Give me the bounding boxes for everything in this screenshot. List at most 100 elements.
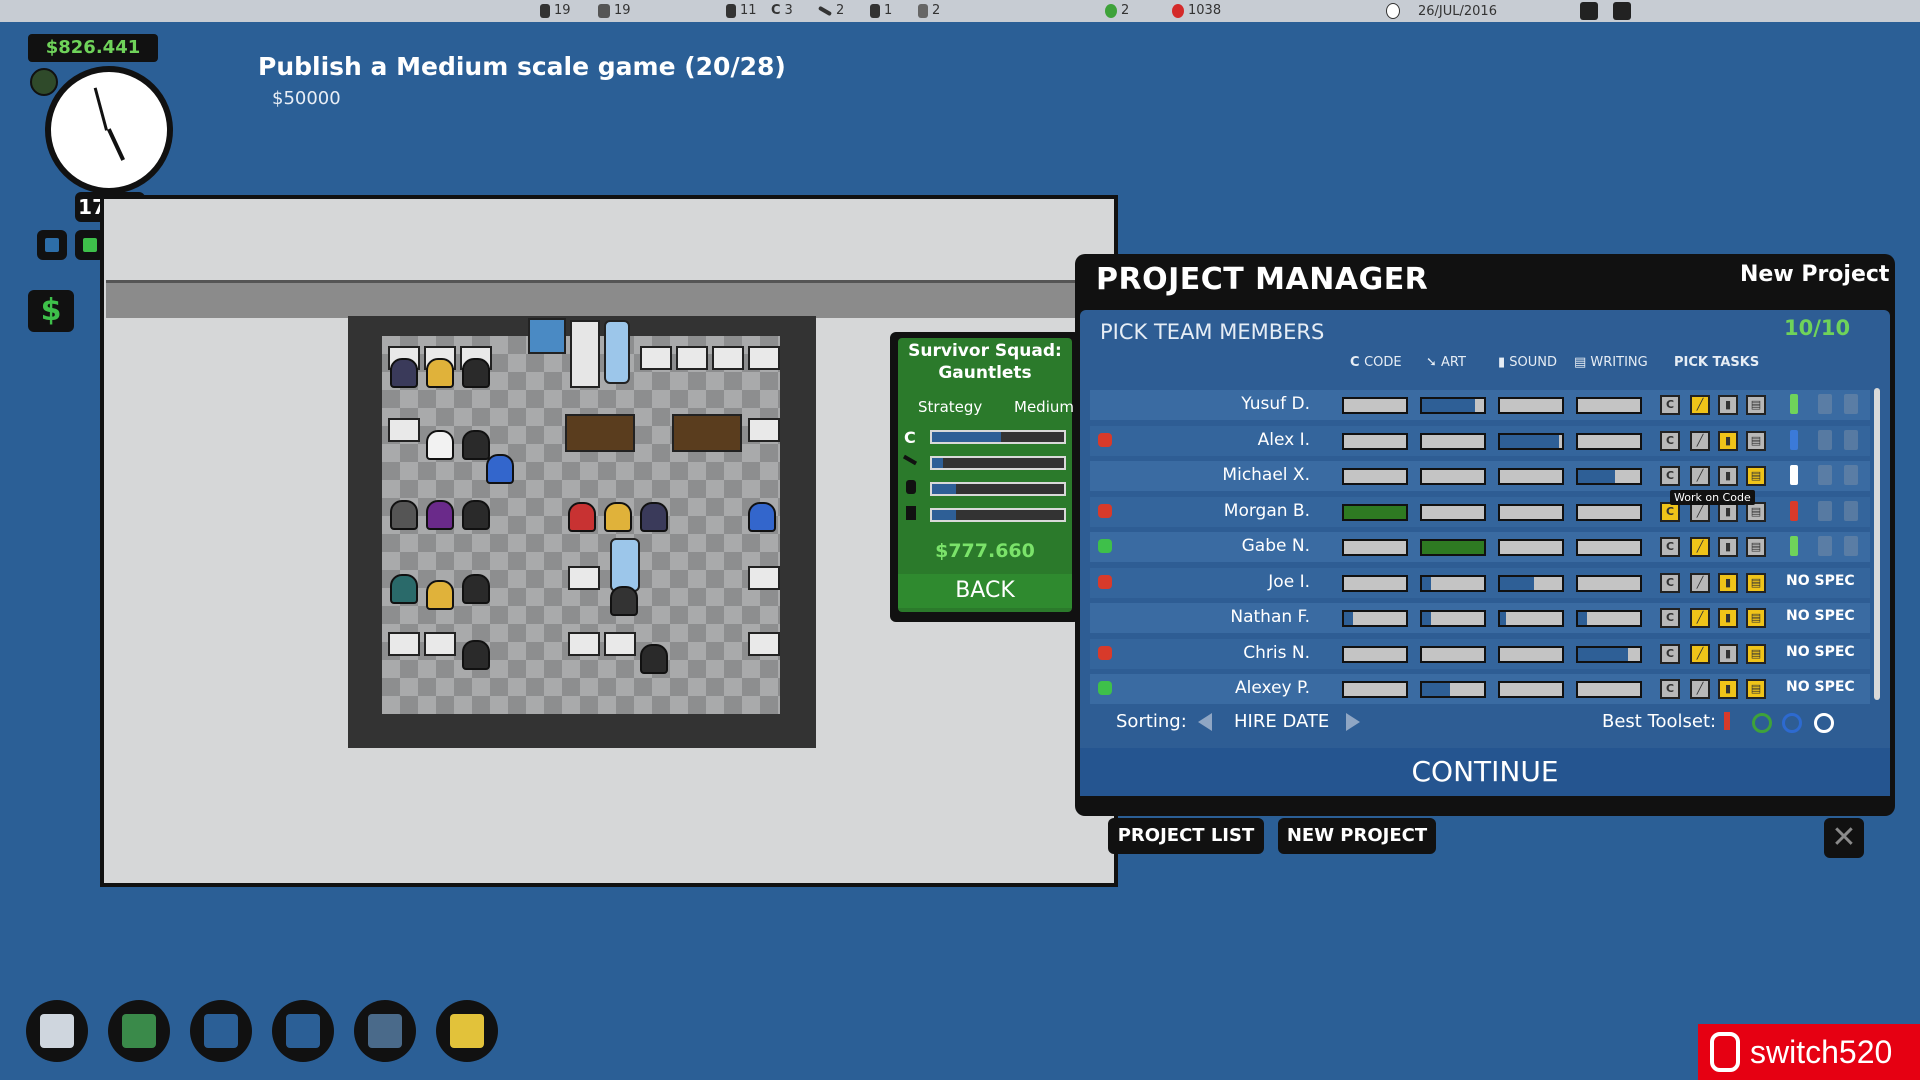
continue-button[interactable]: CONTINUE	[1080, 748, 1890, 796]
fridge-icon[interactable]	[570, 320, 600, 388]
worker[interactable]	[462, 500, 490, 530]
task-toggle[interactable]: ▤	[1746, 643, 1766, 664]
task-toggle[interactable]: ╱	[1690, 466, 1710, 486]
task-toggle[interactable]: ▤	[1746, 608, 1766, 628]
toolset-icon[interactable]	[1790, 465, 1798, 485]
toolset-icon[interactable]	[1790, 429, 1798, 450]
worker[interactable]	[640, 644, 668, 674]
notes-icon[interactable]	[1580, 2, 1598, 20]
task-toggle[interactable]: ╱	[1690, 679, 1710, 699]
task-toggle[interactable]: C	[1660, 430, 1680, 451]
task-toggle[interactable]: ▮	[1718, 608, 1738, 628]
task-toggle[interactable]: ▮	[1718, 466, 1738, 486]
task-toggle[interactable]: C	[1660, 466, 1680, 486]
task-toggle[interactable]: ▤	[1746, 430, 1766, 451]
worker[interactable]	[486, 454, 514, 484]
col-art[interactable]: ➘ ART	[1426, 355, 1466, 370]
water-cooler-icon[interactable]	[604, 320, 630, 384]
worker[interactable]	[426, 580, 454, 610]
task-toggle[interactable]: C	[1660, 537, 1680, 557]
desk[interactable]	[748, 346, 780, 370]
new-project-button[interactable]: NEW PROJECT	[1278, 818, 1436, 854]
toolset-icon[interactable]	[1790, 394, 1798, 414]
member-row[interactable]: Chris N. C ╱ ▮ ▤ NO SPEC	[1090, 638, 1870, 669]
desk[interactable]	[748, 566, 780, 590]
task-toggle[interactable]: C	[1660, 572, 1680, 593]
task-toggle[interactable]: ▮	[1718, 643, 1738, 664]
member-row[interactable]: Gabe N. C ╱ ▮ ▤	[1090, 532, 1870, 562]
back-button[interactable]: BACK	[898, 574, 1072, 608]
worker[interactable]	[390, 574, 418, 604]
toolset-slot-icon[interactable]	[1818, 500, 1832, 521]
member-row[interactable]: Yusuf D. C ╱ ▮ ▤	[1090, 390, 1870, 420]
desk[interactable]	[712, 346, 744, 370]
worker[interactable]	[748, 502, 776, 532]
toolset-icon[interactable]	[1790, 536, 1798, 556]
toolset-slot-icon[interactable]	[1818, 429, 1832, 450]
toolset-slot-icon[interactable]	[1818, 394, 1832, 414]
member-row[interactable]: Alexey P. C ╱ ▮ ▤ NO SPEC	[1090, 674, 1870, 704]
desk[interactable]	[568, 632, 600, 656]
member-list-scrollbar[interactable]	[1874, 388, 1880, 700]
worker[interactable]	[640, 502, 668, 532]
worker[interactable]	[568, 502, 596, 532]
task-toggle[interactable]: ▮	[1718, 430, 1738, 451]
task-toggle[interactable]: ╱	[1690, 608, 1710, 628]
finance-button[interactable]: $	[28, 290, 74, 332]
task-toggle[interactable]: ╱	[1690, 395, 1710, 415]
water-cooler-icon[interactable]	[610, 538, 640, 592]
member-row[interactable]: Joe I. C ╱ ▮ ▤ NO SPEC	[1090, 567, 1870, 598]
desk[interactable]	[604, 632, 636, 656]
col-code[interactable]: C CODE	[1350, 355, 1402, 370]
toolset-red-icon[interactable]	[1724, 712, 1730, 730]
task-toggle[interactable]: ▤	[1746, 572, 1766, 593]
task-toggle[interactable]: ▮	[1718, 395, 1738, 415]
task-toggle[interactable]: ▮	[1718, 537, 1738, 557]
task-toggle[interactable]: ╱	[1690, 643, 1710, 664]
pause-button[interactable]	[37, 230, 67, 260]
toolset-slot-icon[interactable]	[1818, 465, 1832, 485]
book-button[interactable]	[272, 1000, 334, 1062]
toolset-white-icon[interactable]	[1814, 713, 1834, 733]
toolset-green-icon[interactable]	[1752, 713, 1772, 733]
stats-button[interactable]	[190, 1000, 252, 1062]
desk[interactable]	[748, 632, 780, 656]
task-toggle[interactable]: ╱	[1690, 430, 1710, 451]
toolset-slot-icon[interactable]	[1844, 500, 1858, 521]
toolset-slot-icon[interactable]	[1818, 536, 1832, 556]
toolset-slot-icon[interactable]	[1844, 465, 1858, 485]
task-toggle[interactable]: C	[1660, 643, 1680, 664]
member-row[interactable]: Alex I. C ╱ ▮ ▤	[1090, 425, 1870, 456]
task-toggle[interactable]: C	[1660, 608, 1680, 628]
worker[interactable]	[390, 358, 418, 388]
task-toggle[interactable]: ▤	[1746, 537, 1766, 557]
task-toggle[interactable]: ▮	[1718, 572, 1738, 593]
list-button[interactable]	[354, 1000, 416, 1062]
desk[interactable]	[748, 418, 780, 442]
worker[interactable]	[610, 586, 638, 616]
worker[interactable]	[426, 500, 454, 530]
task-toggle[interactable]: ▤	[1746, 395, 1766, 415]
worker[interactable]	[462, 430, 490, 460]
member-row[interactable]: Nathan F. C ╱ ▮ ▤ NO SPEC	[1090, 603, 1870, 633]
toolset-slot-icon[interactable]	[1844, 536, 1858, 556]
task-toggle[interactable]: C	[1660, 395, 1680, 415]
task-toggle[interactable]: C	[1660, 679, 1680, 699]
desk[interactable]	[640, 346, 672, 370]
worker[interactable]	[426, 358, 454, 388]
col-sound[interactable]: ▮ SOUND	[1498, 355, 1557, 370]
worker[interactable]	[604, 502, 632, 532]
close-icon[interactable]: ✕	[1824, 818, 1864, 858]
toolset-blue-icon[interactable]	[1782, 713, 1802, 733]
desk[interactable]	[424, 632, 456, 656]
sort-prev-arrow-icon[interactable]	[1198, 713, 1212, 731]
member-row[interactable]: Michael X. C ╱ ▮ ▤	[1090, 461, 1870, 491]
task-toggle[interactable]: ▤	[1746, 466, 1766, 486]
sort-next-arrow-icon[interactable]	[1346, 713, 1360, 731]
worker[interactable]	[390, 500, 418, 530]
worker[interactable]	[462, 358, 490, 388]
task-toggle[interactable]: ▮	[1718, 679, 1738, 699]
col-writing[interactable]: ▤ WRITING	[1574, 355, 1648, 370]
build-button[interactable]	[436, 1000, 498, 1062]
worker[interactable]	[426, 430, 454, 460]
